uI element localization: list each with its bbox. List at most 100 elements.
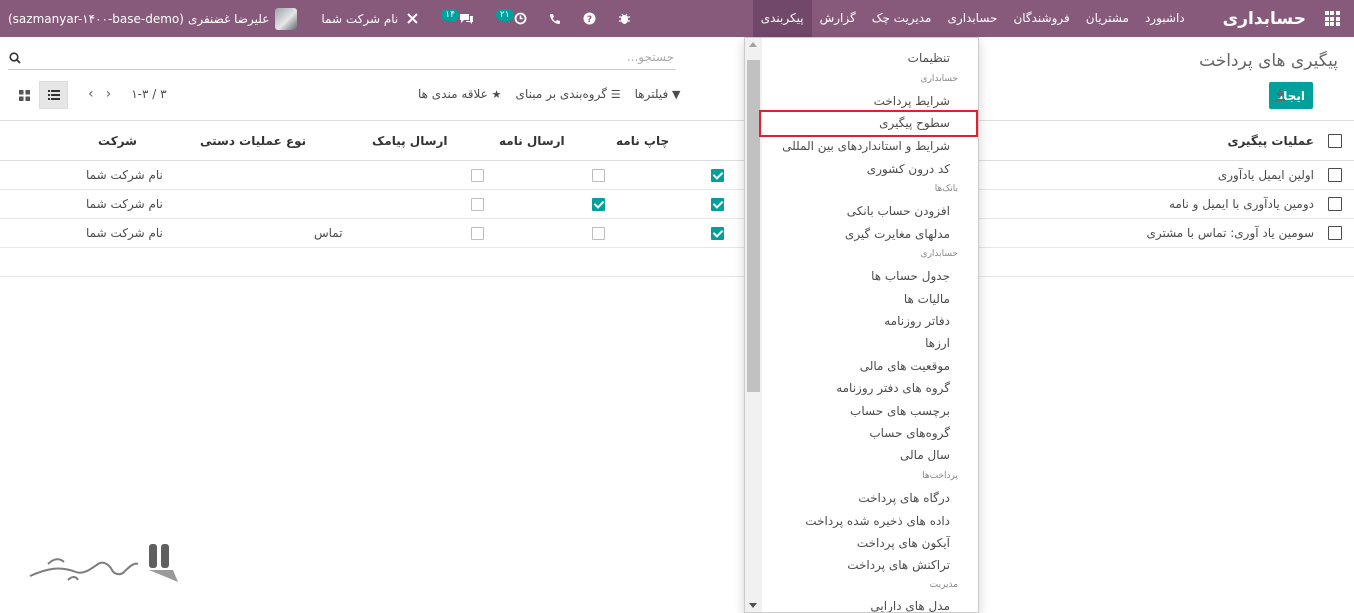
systray: (sazmanyar-۱۴۰۰-base-demo) علیرضا غضنفری… — [8, 0, 631, 37]
menu-item-followup-levels[interactable]: سطوح پیگیری — [879, 116, 950, 130]
company-switcher[interactable]: نام شرکت شما — [321, 12, 419, 26]
menu-accounting[interactable]: حسابداری — [940, 0, 1006, 37]
menu-item-payment-acquirers[interactable]: درگاه های پرداخت — [858, 491, 950, 505]
app-brand[interactable]: حسابداری — [1193, 9, 1310, 29]
menu-item-journal-groups[interactable]: گروه های دفتر روزنامه — [836, 381, 950, 395]
apps-menu-icon[interactable] — [1310, 0, 1354, 37]
list-icon — [47, 90, 60, 100]
pager: ‹ › ۱-۳ / ۳ — [88, 86, 167, 102]
phone-icon[interactable] — [549, 13, 561, 25]
clock-icon — [514, 12, 526, 25]
groupby-label: گروه‌بندی بر مبنای — [515, 87, 607, 101]
menu-reporting[interactable]: گزارش — [812, 0, 864, 37]
menu-item-payment-transactions[interactable]: تراکنش های پرداخت — [847, 558, 950, 572]
row-company: نام شرکت شما — [86, 197, 163, 211]
messages-badge: ۱۴ — [441, 8, 459, 21]
table-row[interactable]: سومین یاد آوری: تماس با مشتری تماس نام ش… — [0, 219, 1354, 248]
row-name: اولین ایمیل یادآوری — [1217, 168, 1314, 182]
pager-next-icon[interactable]: › — [106, 86, 112, 102]
menu-section-payments: پرداخت‌ها — [922, 471, 958, 481]
column-header-print-letter[interactable]: چاپ نامه — [616, 121, 669, 160]
kanban-view-button[interactable] — [10, 81, 39, 109]
activities-badge: ۲۱ — [495, 8, 514, 21]
row-company: نام شرکت شما — [86, 226, 163, 240]
column-header-manual-action-type[interactable]: نوع عملیات دستی — [200, 121, 306, 160]
column-header-send-sms[interactable]: ارسال پیامک — [372, 121, 448, 160]
debug-bug-icon[interactable] — [618, 12, 631, 25]
bars-icon: ☰ — [610, 88, 621, 101]
row-select-checkbox[interactable] — [1328, 190, 1342, 218]
column-header-send-letter[interactable]: ارسال نامه — [499, 121, 565, 160]
search-bar — [8, 46, 676, 70]
menu-item-fiscal-positions[interactable]: موقعیت های مالی — [860, 359, 950, 373]
filters-toggle[interactable]: ▼ فیلترها — [635, 87, 681, 101]
menu-item-fiscal-year[interactable]: سال مالی — [900, 448, 950, 462]
menu-section-banks: بانک‌ها — [934, 184, 958, 194]
download-icon[interactable] — [1274, 88, 1286, 102]
scroll-down-icon[interactable] — [749, 603, 757, 608]
row-select-checkbox[interactable] — [1328, 219, 1342, 247]
select-all-checkbox[interactable] — [1328, 121, 1342, 160]
user-name[interactable]: علیرضا غضنفری — [188, 12, 269, 26]
list-table: عملیات پیگیری چاپ نامه ارسال نامه ارسال … — [0, 120, 1354, 277]
user-avatar[interactable] — [275, 7, 298, 30]
menu-item-saved-payment-data[interactable]: داده های ذخیره شده پرداخت — [805, 514, 950, 528]
help-icon[interactable]: ? — [583, 12, 596, 25]
menu-check-management[interactable]: مدیریت چک — [864, 0, 940, 37]
menu-configuration[interactable]: پیکربندی — [752, 0, 812, 37]
menu-item-asset-models[interactable]: مدل های دارایی — [870, 599, 950, 612]
row-select-checkbox[interactable] — [1328, 161, 1342, 189]
menu-item-domestic-code[interactable]: کد درون کشوری — [867, 162, 950, 176]
configuration-dropdown: تنظیمات حسابداری شرایط پرداخت سطوح پیگیر… — [744, 37, 979, 613]
main-menu: حسابداری داشبورد مشتریان فروشندگان حسابد… — [752, 0, 1354, 37]
menu-vendors[interactable]: فروشندگان — [1005, 0, 1077, 37]
menu-item-payment-terms[interactable]: شرایط پرداخت — [874, 94, 950, 108]
view-switcher — [10, 81, 68, 109]
search-input[interactable] — [54, 50, 674, 64]
table-footer-row — [0, 248, 1354, 277]
menu-item-account-tags[interactable]: برچسب های حساب — [850, 404, 950, 418]
menu-item-settings[interactable]: تنظیمات — [908, 51, 950, 65]
send-letter-checkbox — [592, 219, 605, 247]
star-icon: ★ — [491, 88, 502, 101]
favorites-label: علاقه مندی ها — [418, 87, 488, 101]
pager-previous-icon[interactable]: ‹ — [88, 86, 94, 102]
menu-item-add-bank-account[interactable]: افزودن حساب بانکی — [847, 204, 950, 218]
favorites-toggle[interactable]: ★ علاقه مندی ها — [418, 87, 502, 101]
send-sms-checkbox — [471, 190, 484, 218]
row-name: دومین یادآوری با ایمیل و نامه — [1168, 197, 1314, 211]
row-company: نام شرکت شما — [86, 168, 163, 182]
column-header-company[interactable]: شرکت — [98, 121, 137, 160]
menu-customers[interactable]: مشتریان — [1078, 0, 1137, 37]
company-name: نام شرکت شما — [321, 11, 399, 26]
menu-dashboard[interactable]: داشبورد — [1137, 0, 1193, 37]
menu-section-accounting-2: حسابداری — [920, 249, 958, 259]
database-name: (sazmanyar-۱۴۰۰-base-demo) — [8, 11, 184, 26]
list-view-button[interactable] — [39, 81, 68, 109]
menu-item-taxes[interactable]: مالیات ها — [904, 292, 950, 306]
menu-section-accounting: حسابداری — [920, 74, 958, 84]
scroll-up-icon[interactable] — [749, 42, 757, 47]
menu-item-journals[interactable]: دفاتر روزنامه — [884, 314, 950, 328]
menu-item-account-groups[interactable]: گروه‌های حساب — [869, 426, 950, 440]
menu-item-chart-of-accounts[interactable]: جدول حساب ها — [871, 269, 950, 283]
pager-value[interactable]: ۱-۳ / ۳ — [131, 87, 166, 101]
messaging-menu[interactable]: ۱۴ — [441, 8, 474, 25]
table-row[interactable]: اولین ایمیل یادآوری نام شرکت شما — [0, 161, 1354, 190]
search-options: ▼ فیلترها ☰ گروه‌بندی بر مبنای ★ علاقه م… — [418, 87, 681, 101]
kanban-icon — [19, 89, 30, 101]
activity-menu[interactable]: ۲۱ — [495, 8, 527, 25]
filters-label: فیلترها — [634, 87, 669, 101]
print-letter-checkbox — [711, 219, 724, 247]
menu-item-currencies[interactable]: ارزها — [925, 336, 950, 350]
top-navbar: حسابداری داشبورد مشتریان فروشندگان حسابد… — [0, 0, 1354, 37]
menu-item-payment-icons[interactable]: آیکون های پرداخت — [857, 536, 950, 550]
search-icon[interactable] — [9, 52, 21, 64]
menu-item-reconciliation-models[interactable]: مدلهای مغایرت گیری — [845, 227, 950, 241]
menu-item-incoterms[interactable]: شرایط و استانداردهای بین المللی — [782, 139, 950, 153]
row-name: سومین یاد آوری: تماس با مشتری — [1146, 226, 1314, 240]
table-row[interactable]: دومین یادآوری با ایمیل و نامه نام شرکت ش… — [0, 190, 1354, 219]
column-header-name[interactable]: عملیات پیگیری — [1227, 121, 1314, 160]
filter-icon: ▼ — [672, 88, 681, 101]
groupby-toggle[interactable]: ☰ گروه‌بندی بر مبنای — [516, 87, 621, 101]
